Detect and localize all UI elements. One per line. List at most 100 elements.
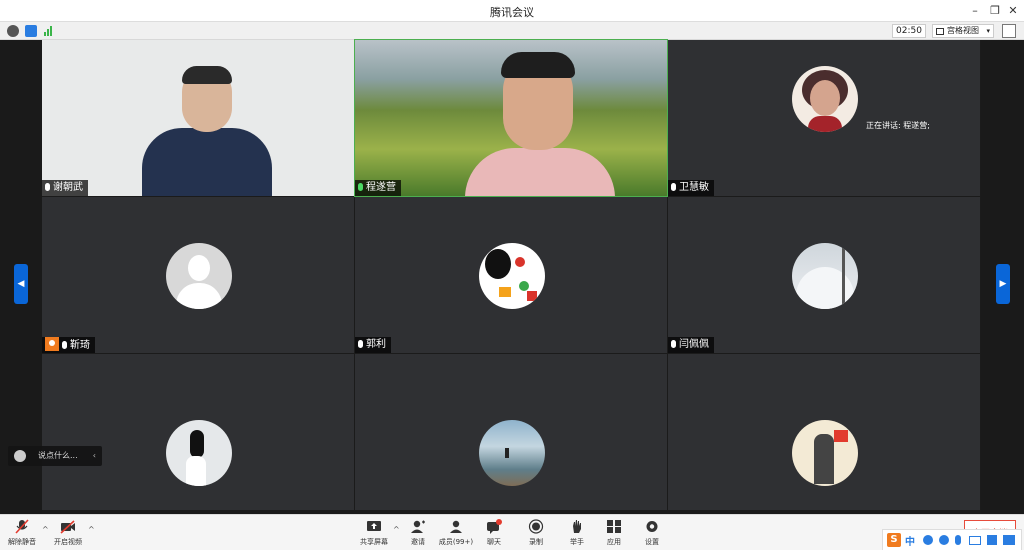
participant-name-bar: 卫慧敏: [668, 180, 714, 196]
invite-label: 邀请: [411, 538, 425, 546]
video-grid: 谢朝武 程遂营 卫慧敏 靳琦 郭利 闫佩佩: [42, 39, 981, 514]
avatar: [792, 66, 858, 132]
record-label: 录制: [529, 538, 543, 546]
meeting-toolbar: 解除静音 ^ 开启视频 ^ 共享屏幕 ^ 邀请 成员(99+) 聊天 录制 举手…: [0, 514, 1024, 550]
raise-hand-button[interactable]: 举手: [557, 519, 597, 547]
members-label: 成员(99+): [438, 538, 474, 546]
invite-icon: [411, 520, 425, 533]
keyboard-icon[interactable]: [969, 536, 981, 545]
avatar-shape: [505, 448, 509, 458]
speaking-indicator: 正在讲话: 程遂营;: [866, 121, 930, 130]
apps-label: 应用: [607, 538, 621, 546]
avatar-body: [808, 116, 842, 132]
close-button[interactable]: ✕: [1004, 2, 1022, 20]
person-body: [142, 128, 272, 196]
ime-logo[interactable]: S: [887, 533, 901, 547]
camera-off-icon: [60, 520, 75, 534]
invite-button[interactable]: 邀请: [398, 519, 438, 547]
prev-page-button[interactable]: ◀: [14, 264, 28, 304]
chat-placeholder: 说点什么...: [38, 451, 78, 460]
video-options-caret[interactable]: ^: [88, 525, 95, 534]
participant-name-bar: 闫佩佩: [668, 337, 714, 353]
person-body: [465, 148, 615, 196]
participant-name: 卫慧敏: [679, 182, 709, 193]
default-avatar-body: [176, 283, 222, 309]
toolbox-icon[interactable]: [1003, 535, 1015, 545]
avatar-shape: [190, 430, 204, 458]
unmute-button[interactable]: 解除静音: [2, 519, 42, 547]
settings-button[interactable]: 设置: [632, 519, 672, 547]
avatar: [166, 420, 232, 486]
ime-toolbar: S 中: [882, 529, 1022, 550]
person-hair: [501, 52, 575, 78]
members-button[interactable]: 成员(99+): [436, 519, 476, 547]
participant-name: 程遂营: [366, 182, 396, 193]
chat-quick-input[interactable]: 说点什么... ‹: [8, 446, 102, 466]
video-tile[interactable]: [668, 354, 980, 510]
share-screen-label: 共享屏幕: [360, 538, 388, 546]
hand-icon: [573, 520, 581, 533]
default-avatar-head: [188, 255, 210, 281]
skin-icon[interactable]: [987, 535, 997, 545]
info-icon[interactable]: [7, 25, 19, 37]
participant-name-bar: 谢朝武: [42, 180, 88, 196]
avatar-shape: [515, 257, 525, 267]
emoji-icon[interactable]: [939, 535, 949, 545]
view-mode-label: 宫格视图: [947, 26, 979, 35]
minimize-button[interactable]: –: [966, 2, 984, 20]
participant-name: 郭利: [366, 339, 386, 350]
fullscreen-button[interactable]: [1002, 24, 1016, 38]
video-tile[interactable]: 卫慧敏: [668, 40, 980, 196]
chevron-down-icon: ▾: [986, 27, 990, 35]
signal-icon[interactable]: [44, 26, 54, 36]
avatar-shape: [527, 291, 537, 301]
members-icon: [450, 520, 462, 533]
shield-icon[interactable]: [25, 25, 37, 37]
chat-label: 聊天: [487, 538, 501, 546]
ime-lang[interactable]: 中: [905, 533, 915, 548]
mic-muted-icon: [15, 519, 29, 534]
share-screen-icon: [367, 521, 381, 531]
avatar-shape: [796, 267, 854, 309]
host-icon: [45, 337, 59, 351]
unmute-label: 解除静音: [8, 538, 36, 546]
start-video-button[interactable]: 开启视频: [48, 519, 88, 547]
gear-icon: [646, 521, 658, 532]
record-button[interactable]: 录制: [516, 519, 556, 547]
mic-icon: [671, 340, 676, 348]
video-tile[interactable]: [355, 354, 667, 510]
video-tile[interactable]: 程遂营: [354, 39, 668, 197]
video-tile[interactable]: [42, 354, 354, 510]
participant-name: 闫佩佩: [679, 339, 709, 350]
collapse-chevron-icon[interactable]: ‹: [93, 446, 96, 466]
info-bar: 02:50 宫格视图 ▾: [0, 22, 1024, 40]
avatar-shape: [186, 456, 206, 486]
video-tile[interactable]: 靳琦: [42, 197, 354, 353]
avatar: [479, 420, 545, 486]
chat-button[interactable]: 聊天: [474, 519, 514, 547]
video-tile[interactable]: 郭利: [355, 197, 667, 353]
emoji-icon[interactable]: [14, 450, 26, 462]
punctuation-icon[interactable]: [923, 535, 933, 545]
chat-icon: [487, 519, 502, 534]
avatar-shape: [842, 247, 845, 307]
participant-name-bar: 程遂营: [355, 180, 401, 196]
record-icon: [528, 519, 544, 534]
video-tile[interactable]: 谢朝武: [42, 40, 354, 196]
avatar-shape: [834, 430, 848, 442]
voice-input-icon[interactable]: [955, 535, 961, 545]
video-tile[interactable]: 闫佩佩: [668, 197, 980, 353]
next-page-button[interactable]: ▶: [996, 264, 1010, 304]
share-screen-button[interactable]: 共享屏幕: [354, 519, 394, 547]
participant-name-bar: 靳琦: [42, 337, 95, 353]
avatar-shape: [814, 434, 834, 484]
restore-button[interactable]: ❐: [986, 2, 1004, 20]
apps-button[interactable]: 应用: [594, 519, 634, 547]
start-video-label: 开启视频: [54, 538, 82, 546]
mic-icon: [358, 183, 363, 191]
mic-icon: [358, 340, 363, 348]
apps-icon: [607, 520, 621, 533]
settings-label: 设置: [645, 538, 659, 546]
view-mode-select[interactable]: 宫格视图 ▾: [932, 24, 994, 38]
avatar: [792, 243, 858, 309]
